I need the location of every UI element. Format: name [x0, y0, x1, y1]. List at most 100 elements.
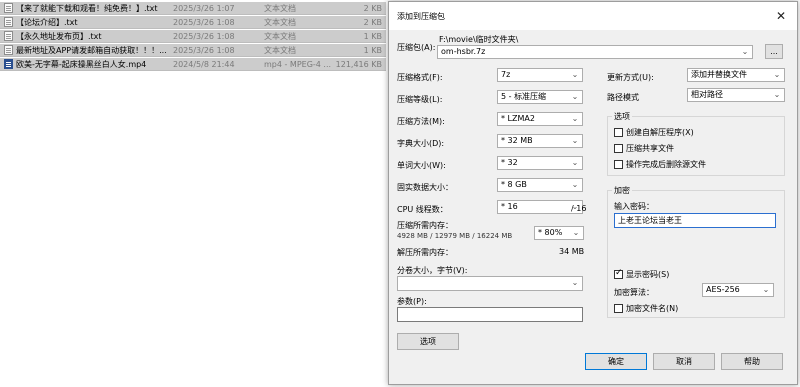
- password-label: 输入密码：: [614, 202, 654, 211]
- chevron-down-icon: ⌄: [571, 180, 579, 189]
- encryption-method-select[interactable]: AES-256 ⌄: [702, 283, 774, 297]
- file-date: 2025/3/26 1:07: [173, 3, 235, 13]
- dict-label: 字典大小(D):: [397, 139, 445, 148]
- show-password-checkbox[interactable]: 显示密码(S): [614, 268, 670, 280]
- close-icon[interactable]: ✕: [771, 7, 791, 25]
- mem-percent-select[interactable]: * 80% ⌄: [534, 226, 584, 240]
- chevron-down-icon: ⌄: [773, 90, 781, 99]
- method-select[interactable]: * LZMA2 ⌄: [497, 112, 583, 126]
- chevron-down-icon: ⌄: [571, 70, 579, 79]
- help-button[interactable]: 帮助: [721, 353, 783, 370]
- video-file-icon: [4, 59, 13, 69]
- shared-label: 压缩共享文件: [626, 144, 674, 153]
- dialog-title: 添加到压缩包: [397, 12, 445, 21]
- show-password-label: 显示密码(S): [626, 270, 670, 279]
- path-mode-select[interactable]: 相对路径 ⌄: [687, 88, 785, 102]
- checkbox-box: [614, 304, 623, 313]
- add-to-archive-dialog: 添加到压缩包 ✕ 压缩包(A): F:\movie\临时文件夹\ om-hsbr…: [388, 1, 798, 385]
- params-input[interactable]: [397, 307, 583, 322]
- encryption-method-label: 加密算法：: [614, 288, 654, 297]
- sfx-checkbox[interactable]: 创建自解压程序(X): [614, 127, 694, 138]
- file-type: mp4 - MPEG-4 ...: [264, 59, 332, 69]
- checkbox-box-checked: [614, 268, 623, 279]
- format-label: 压缩格式(F):: [397, 73, 443, 82]
- file-row[interactable]: 【来了就能下载和观看！纯免费！】.txt 2025/3/26 1:07 文本文档…: [0, 2, 386, 15]
- browse-button[interactable]: ...: [765, 44, 783, 59]
- method-label: 压缩方法(M):: [397, 117, 445, 126]
- chevron-down-icon: ⌄: [571, 136, 579, 145]
- ok-button[interactable]: 确定: [585, 353, 647, 370]
- level-select[interactable]: 5 - 标准压缩 ⌄: [497, 90, 583, 104]
- level-value: 5 - 标准压缩: [501, 92, 547, 101]
- update-mode-value: 添加并替换文件: [691, 70, 747, 79]
- file-row[interactable]: 【永久地址发布页】.txt 2025/3/26 1:08 文本文档 1 KB: [0, 30, 386, 43]
- dict-select[interactable]: * 32 MB ⌄: [497, 134, 583, 148]
- format-select[interactable]: 7z ⌄: [497, 68, 583, 82]
- encrypt-names-label: 加密文件名(N): [626, 304, 679, 313]
- format-value: 7z: [501, 70, 511, 79]
- file-row[interactable]: 欧美-无字幕-起床操黑丝白人女.mp4 2024/5/8 21:44 mp4 -…: [0, 58, 386, 71]
- options-group-title: 选项: [612, 111, 632, 122]
- file-row[interactable]: 【论坛介绍】.txt 2025/3/26 1:08 文本文档 2 KB: [0, 16, 386, 29]
- word-label: 单词大小(W):: [397, 161, 446, 170]
- threads-label: CPU 线程数：: [397, 205, 448, 214]
- file-name: 欧美-无字幕-起床操黑丝白人女.mp4: [16, 59, 147, 69]
- solid-label: 固实数据大小：: [397, 183, 453, 192]
- options-button[interactable]: 选项: [397, 333, 459, 350]
- word-select[interactable]: * 32 ⌄: [497, 156, 583, 170]
- update-mode-select[interactable]: 添加并替换文件 ⌄: [687, 68, 785, 82]
- solid-select[interactable]: * 8 GB ⌄: [497, 178, 583, 192]
- cancel-button[interactable]: 取消: [653, 353, 715, 370]
- text-file-icon: [4, 3, 13, 13]
- mem-percent-value: * 80%: [538, 228, 563, 237]
- path-mode-label: 路径模式: [607, 93, 639, 102]
- file-row[interactable]: 最新地址及APP请发邮箱自动获取！！！... 2025/3/26 1:08 文本…: [0, 44, 386, 57]
- file-size: 1 KB: [363, 45, 382, 55]
- path-mode-value: 相对路径: [691, 90, 723, 99]
- file-date: 2025/3/26 1:08: [173, 17, 235, 27]
- checkbox-box: [614, 128, 623, 137]
- archive-folder: F:\movie\临时文件夹\: [439, 35, 519, 44]
- mem-decomp-label: 解压所需内存：: [397, 248, 453, 257]
- text-file-icon: [4, 31, 13, 41]
- chevron-down-icon: ⌄: [572, 228, 580, 237]
- file-list: 【来了就能下载和观看！纯免费！】.txt 2025/3/26 1:07 文本文档…: [0, 0, 390, 387]
- encrypt-names-checkbox[interactable]: 加密文件名(N): [614, 303, 678, 314]
- mem-decomp-value: 34 MB: [559, 247, 585, 256]
- delete-checkbox[interactable]: 操作完成后删除源文件: [614, 159, 706, 170]
- options-group: 选项 创建自解压程序(X) 压缩共享文件 操作完成后删除源文件: [607, 111, 785, 176]
- file-type: 文本文档: [264, 45, 296, 55]
- shared-checkbox[interactable]: 压缩共享文件: [614, 143, 674, 154]
- dialog-titlebar[interactable]: 添加到压缩包 ✕: [389, 2, 797, 30]
- file-name: 【来了就能下载和观看！纯免费！】.txt: [16, 3, 158, 13]
- file-type: 文本文档: [264, 31, 296, 41]
- solid-value: * 8 GB: [501, 180, 527, 189]
- dict-value: * 32 MB: [501, 136, 533, 145]
- file-size: 121,416 KB: [335, 59, 382, 69]
- volume-label: 分卷大小，字节(V):: [397, 266, 468, 275]
- chevron-down-icon: ⌄: [773, 70, 781, 79]
- file-type: 文本文档: [264, 3, 296, 13]
- file-size: 1 KB: [363, 31, 382, 41]
- volume-select[interactable]: ⌄: [397, 276, 583, 291]
- file-date: 2025/3/26 1:08: [173, 45, 235, 55]
- file-date: 2025/3/26 1:08: [173, 31, 235, 41]
- file-name: 【论坛介绍】.txt: [16, 17, 78, 27]
- file-size: 2 KB: [363, 3, 382, 13]
- file-name: 【永久地址发布页】.txt: [16, 31, 102, 41]
- method-value: * LZMA2: [501, 114, 535, 123]
- file-size: 2 KB: [363, 17, 382, 27]
- delete-label: 操作完成后删除源文件: [626, 160, 706, 169]
- archive-label: 压缩包(A):: [397, 43, 436, 52]
- chevron-down-icon: ⌄: [741, 47, 749, 56]
- mem-comp-label: 压缩所需内存：: [397, 221, 453, 230]
- threads-max: / 16: [571, 204, 586, 213]
- params-label: 参数(P):: [397, 297, 427, 306]
- archive-name-combo[interactable]: om-hsbr.7z ⌄: [437, 45, 753, 59]
- password-input[interactable]: 上老王论坛当老王: [614, 213, 776, 228]
- chevron-down-icon: ⌄: [571, 158, 579, 167]
- archive-name-value: om-hsbr.7z: [441, 47, 486, 56]
- sfx-label: 创建自解压程序(X): [626, 128, 694, 137]
- encryption-group: 加密 输入密码： 上老王论坛当老王 显示密码(S) 加密算法： AES-256 …: [607, 185, 785, 318]
- file-type: 文本文档: [264, 17, 296, 27]
